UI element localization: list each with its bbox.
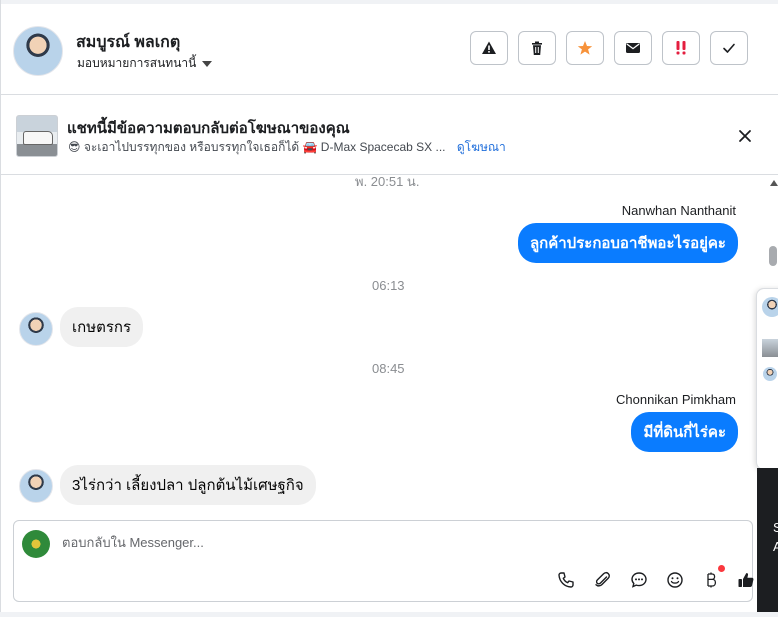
message-timestamp: 08:45 <box>372 361 405 376</box>
preview-avatar <box>762 297 778 317</box>
caret-down-icon <box>202 60 213 67</box>
attachment-icon <box>595 571 610 587</box>
like-icon <box>738 573 754 587</box>
side-panel-text: A <box>773 539 778 554</box>
contact-avatar[interactable] <box>13 26 63 76</box>
payment-icon <box>707 572 717 588</box>
emoji-icon <box>667 572 683 588</box>
follow-up-button[interactable] <box>662 31 700 65</box>
ad-caption: 😎 จะเอาไปบรรทุกของ หรือบรรทุกใจเธอก็ได้ … <box>68 140 446 154</box>
close-banner-button[interactable] <box>736 127 754 145</box>
mark-as-spam-button[interactable] <box>470 31 508 65</box>
reply-composer <box>13 520 756 602</box>
scrollbar-thumb[interactable] <box>769 246 777 266</box>
outgoing-message[interactable]: มีที่ดินกี่ไร่คะ <box>631 412 738 452</box>
mark-unread-button[interactable] <box>614 31 652 65</box>
mail-icon <box>626 43 640 53</box>
scroll-up-arrow-icon[interactable] <box>770 180 778 186</box>
emoji-button[interactable] <box>665 570 685 590</box>
contact-avatar-small <box>19 469 53 503</box>
star-icon <box>577 41 593 55</box>
star-button[interactable] <box>566 31 604 65</box>
side-preview-card[interactable] <box>756 288 778 470</box>
sender-name: Nanwhan Nanthanit <box>621 203 736 218</box>
reply-input[interactable] <box>62 535 662 550</box>
preview-avatar-small <box>763 367 777 381</box>
page-logo <box>22 530 50 558</box>
ad-banner-title: แชทนี้มีข้อความตอบกลับต่อโฆษณาของคุณ <box>67 120 350 137</box>
ad-thumbnail[interactable] <box>16 115 58 157</box>
contact-avatar-small <box>19 312 53 346</box>
attach-button[interactable] <box>593 570 613 590</box>
trash-icon <box>532 41 542 55</box>
payment-button[interactable] <box>701 570 721 590</box>
view-ad-link[interactable]: ดูโฆษณา <box>457 140 506 154</box>
mark-done-button[interactable] <box>710 31 748 65</box>
contact-name[interactable]: สมบูรณ์ พลเกตุ <box>76 30 180 55</box>
outgoing-message[interactable]: ลูกค้าประกอบอาชีพอะไรอยู่คะ <box>517 223 738 263</box>
warning-icon <box>482 41 496 54</box>
delete-button[interactable] <box>518 31 556 65</box>
conversation-header: สมบูรณ์ พลเกตุ มอบหมายการสนทนานี้ <box>1 4 778 95</box>
notification-dot <box>718 565 725 572</box>
phone-icon <box>558 572 574 588</box>
message-timestamp: พ. 20:51 น. <box>355 175 420 189</box>
important-icon <box>676 41 686 55</box>
incoming-message[interactable]: 3ไร่กว่า เลี้ยงปลา ปลูกต้นไม้เศษฐกิจ <box>60 465 316 505</box>
assign-conversation-dropdown[interactable]: มอบหมายการสนทนานี้ <box>77 54 213 73</box>
saved-replies-icon <box>631 572 647 588</box>
saved-replies-button[interactable] <box>629 570 649 590</box>
ad-reply-banner: แชทนี้มีข้อความตอบกลับต่อโฆษณาของคุณ 😎 จ… <box>1 95 778 175</box>
side-panel-text: S <box>773 520 778 535</box>
preview-ad-thumbnail <box>762 339 778 357</box>
like-button[interactable] <box>736 570 756 590</box>
ad-banner-subtitle: 😎 จะเอาไปบรรทุกของ หรือบรรทุกใจเธอก็ได้ … <box>68 138 506 157</box>
incoming-message[interactable]: เกษตรกร <box>60 307 144 347</box>
sender-name: Chonnikan Pimkham <box>616 392 736 407</box>
message-thread[interactable]: พ. 20:51 น. Nanwhan Nanthanit ลูกค้าประก… <box>1 175 766 520</box>
check-icon <box>723 43 735 53</box>
window-bottom-edge <box>0 612 778 617</box>
message-timestamp: 06:13 <box>372 278 405 293</box>
dark-side-panel[interactable]: S A <box>757 468 778 613</box>
assign-label: มอบหมายการสนทนานี้ <box>77 56 197 70</box>
call-button[interactable] <box>556 570 576 590</box>
close-icon <box>739 130 751 142</box>
